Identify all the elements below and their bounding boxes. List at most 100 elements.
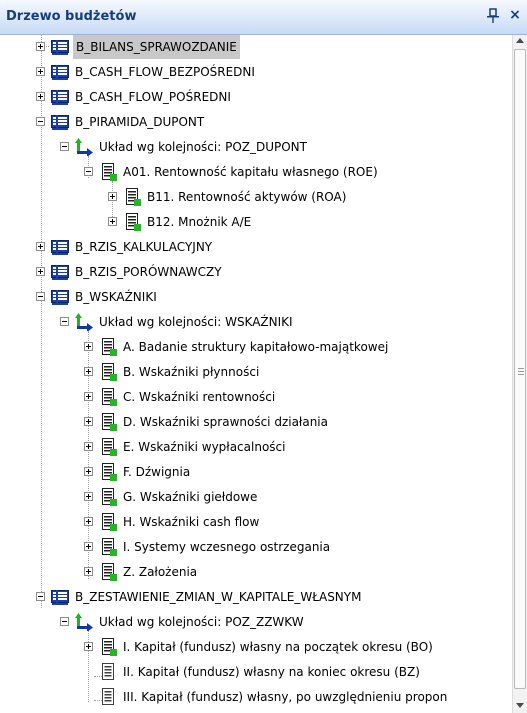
tree-item-kapital-bo[interactable]: I. Kapitał (fundusz) własny na początek …	[84, 635, 435, 659]
tree-item-uklad-wskazniki[interactable]: Układ wg kolejności: WSKAŹNIKI	[60, 310, 295, 334]
tree-item-b-piramida-dupont[interactable]: B_PIRAMIDA_DUPONT	[36, 110, 206, 134]
tree-item-group-d[interactable]: D. Wskaźniki sprawności działania	[84, 410, 330, 434]
collapse-toggle[interactable]	[36, 592, 45, 601]
tree-item-group-b[interactable]: B. Wskaźniki płynności	[84, 360, 261, 384]
tree-item-label: D. Wskaźniki sprawności działania	[123, 415, 328, 429]
budget-icon	[51, 63, 69, 81]
tree-item-label: F. Dźwignia	[123, 465, 191, 479]
tree-item-label: B12. Mnożnik A/E	[147, 215, 252, 229]
collapse-toggle[interactable]	[60, 617, 69, 626]
tree-item-group-f[interactable]: F. Dźwignia	[84, 460, 192, 484]
expand-toggle[interactable]	[84, 517, 93, 526]
tree-item-b-cash-flow-bezposredni[interactable]: B_CASH_FLOW_BEZPOŚREDNI	[36, 60, 257, 84]
order-icon	[75, 138, 93, 156]
group-icon	[99, 513, 117, 531]
group-icon	[123, 188, 141, 206]
tree-item-label: B_CASH_FLOW_POŚREDNI	[75, 90, 231, 104]
tree-item-uklad-poz-dupont[interactable]: Układ wg kolejności: POZ_DUPONT	[60, 135, 309, 159]
group-icon	[99, 363, 117, 381]
budget-icon	[51, 288, 69, 306]
expand-toggle[interactable]	[36, 267, 45, 276]
panel-titlebar: Drzewo budżetów ×	[0, 0, 527, 35]
tree-item-group-e[interactable]: E. Wskaźniki wypłacalności	[84, 435, 287, 459]
expand-toggle[interactable]	[84, 392, 93, 401]
expand-toggle[interactable]	[84, 342, 93, 351]
tree-item-label: C. Wskaźniki rentowności	[123, 390, 276, 404]
group-icon	[99, 463, 117, 481]
tree-item-label: B_CASH_FLOW_BEZPOŚREDNI	[75, 65, 255, 79]
expand-toggle[interactable]	[84, 467, 93, 476]
tree-item-group-g[interactable]: G. Wskaźniki giełdowe	[84, 485, 259, 509]
collapse-toggle[interactable]	[36, 117, 45, 126]
expand-toggle[interactable]	[36, 42, 45, 51]
tree-item-b12[interactable]: B12. Mnożnik A/E	[108, 210, 253, 234]
collapse-toggle[interactable]	[60, 317, 69, 326]
expand-toggle[interactable]	[84, 367, 93, 376]
scroll-thumb[interactable]	[514, 49, 526, 689]
tree-item-b-wskazniki[interactable]: B_WSKAŹNIKI	[36, 285, 159, 309]
expand-toggle[interactable]	[84, 417, 93, 426]
expand-toggle[interactable]	[108, 192, 117, 201]
tree-item-b-rzis-kalkulacyjny[interactable]: B_RZIS_KALKULACYJNY	[36, 235, 214, 259]
tree-item-group-a[interactable]: A. Badanie struktury kapitałowo-majątkow…	[84, 335, 390, 359]
expand-toggle[interactable]	[84, 492, 93, 501]
tree-item-b-cash-flow-posredni[interactable]: B_CASH_FLOW_POŚREDNI	[36, 85, 233, 109]
collapse-toggle[interactable]	[84, 167, 93, 176]
tree-item-b11[interactable]: B11. Rentowność aktywów (ROA)	[108, 185, 348, 209]
expand-toggle[interactable]	[36, 242, 45, 251]
tree-item-label: A01. Rentowność kapitału własnego (ROE)	[123, 165, 378, 179]
order-icon	[75, 613, 93, 631]
collapse-toggle[interactable]	[60, 142, 69, 151]
tree-item-label: II. Kapitał (fundusz) własny na koniec o…	[123, 665, 420, 679]
tree-item-label: Z. Założenia	[123, 565, 198, 579]
tree-item-kapital-propon[interactable]: III. Kapitał (fundusz) własny, po uwzglę…	[84, 685, 449, 709]
tree-item-label: B11. Rentowność aktywów (ROA)	[147, 190, 347, 204]
tree-item-b-bilans[interactable]: B_BILANS_SPRAWOZDANIE	[36, 35, 240, 59]
pin-icon[interactable]	[486, 8, 500, 24]
scroll-up-arrow-icon[interactable]	[516, 38, 524, 43]
tree-item-label: B_RZIS_KALKULACYJNY	[75, 240, 213, 254]
group-icon	[99, 438, 117, 456]
order-icon	[75, 313, 93, 331]
tree-item-group-h[interactable]: H. Wskaźniki cash flow	[84, 510, 261, 534]
tree-item-label: H. Wskaźniki cash flow	[123, 515, 260, 529]
tree-item-label: E. Wskaźniki wypłacalności	[123, 440, 286, 454]
panel-title: Drzewo budżetów	[6, 9, 137, 24]
expand-toggle[interactable]	[84, 542, 93, 551]
tree-item-label: III. Kapitał (fundusz) własny, po uwzglę…	[123, 690, 448, 704]
tree-item-group-z[interactable]: Z. Założenia	[84, 560, 199, 584]
tree-item-kapital-bz[interactable]: II. Kapitał (fundusz) własny na koniec o…	[84, 660, 422, 684]
expand-toggle[interactable]	[36, 92, 45, 101]
item-icon	[99, 663, 117, 681]
collapse-toggle[interactable]	[36, 292, 45, 301]
group-icon	[99, 163, 117, 181]
tree-item-group-i[interactable]: I. Systemy wczesnego ostrzegania	[84, 535, 332, 559]
scroll-down-arrow-icon[interactable]	[516, 703, 524, 708]
vertical-scrollbar[interactable]	[512, 35, 527, 713]
item-icon	[99, 688, 117, 706]
expand-toggle[interactable]	[108, 217, 117, 226]
tree-item-uklad-poz-zzwkw[interactable]: Układ wg kolejności: POZ_ZZWKW	[60, 610, 306, 634]
tree-item-b-zestawienie-zmian[interactable]: B_ZESTAWIENIE_ZMIAN_W_KAPITALE_WŁASNYM	[36, 585, 363, 609]
tree-item-b-rzis-porownawczy[interactable]: B_RZIS_PORÓWNAWCZY	[36, 260, 224, 284]
expand-toggle[interactable]	[36, 67, 45, 76]
group-icon	[99, 563, 117, 581]
tree-item-label: I. Systemy wczesnego ostrzegania	[123, 540, 331, 554]
expand-toggle[interactable]	[84, 642, 93, 651]
grip-icon	[518, 368, 524, 369]
group-icon	[99, 488, 117, 506]
tree-item-label: Układ wg kolejności: POZ_DUPONT	[99, 140, 307, 154]
expand-toggle[interactable]	[84, 442, 93, 451]
budget-icon	[51, 38, 69, 56]
tree-item-label: B. Wskaźniki płynności	[123, 365, 260, 379]
tree-item-group-c[interactable]: C. Wskaźniki rentowności	[84, 385, 277, 409]
tree-item-label: I. Kapitał (fundusz) własny na początek …	[123, 640, 433, 654]
group-icon	[99, 638, 117, 656]
close-icon[interactable]: ×	[507, 6, 523, 24]
group-icon	[123, 213, 141, 231]
tree-item-label: B_BILANS_SPRAWOZDANIE	[73, 35, 240, 59]
budget-icon	[51, 588, 69, 606]
expand-toggle[interactable]	[84, 567, 93, 576]
group-icon	[99, 413, 117, 431]
tree-item-a01[interactable]: A01. Rentowność kapitału własnego (ROE)	[84, 160, 380, 184]
